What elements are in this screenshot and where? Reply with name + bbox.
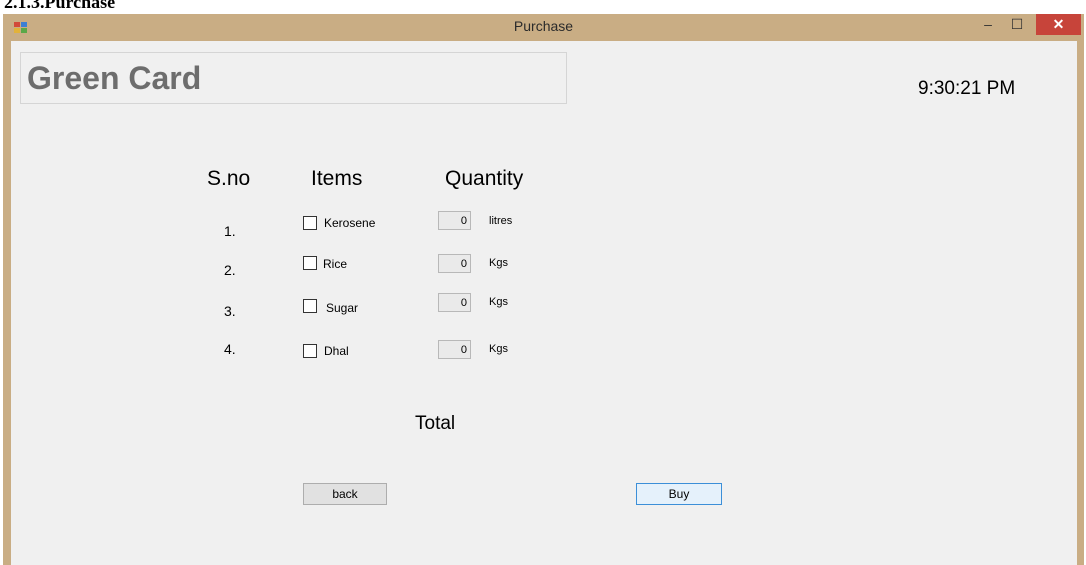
client-area: Green Card 9:30:21 PM S.no Items Quantit… [11,41,1077,565]
kerosene-label: Kerosene [324,216,376,230]
row-2-sno: 2. [224,262,236,278]
purchase-window: Purchase – ☐ ✕ Green Card 9:30:21 PM S.n… [3,14,1084,565]
kerosene-checkbox[interactable] [303,216,317,230]
sugar-quantity-input[interactable]: 0 [438,293,471,312]
clock-label: 9:30:21 PM [918,78,1016,99]
sugar-checkbox[interactable] [303,299,317,313]
back-button[interactable]: back [303,483,387,505]
kerosene-quantity-input[interactable]: 0 [438,211,471,230]
title-bar[interactable]: Purchase – ☐ ✕ [3,14,1084,41]
rice-label: Rice [323,257,348,271]
total-label: Total [415,413,456,434]
maximize-button[interactable]: ☐ [1004,14,1030,35]
items-header: Items [311,167,363,190]
buy-button[interactable]: Buy [636,483,722,505]
row-1-sno: 1. [224,223,236,239]
rice-unit: Kgs [489,257,508,269]
sugar-label: Sugar [326,301,359,315]
dhal-quantity-input[interactable]: 0 [438,340,471,359]
card-title: Green Card [27,60,202,96]
row-4-sno: 4. [224,341,236,357]
dhal-unit: Kgs [489,343,508,355]
minimize-button[interactable]: – [975,14,1001,35]
document-heading: 2.1.3.Purchase [4,0,116,12]
sno-header: S.no [207,167,251,190]
dhal-checkbox[interactable] [303,344,317,358]
rice-checkbox[interactable] [303,256,317,270]
quantity-header: Quantity [445,167,524,190]
rice-quantity-input[interactable]: 0 [438,254,471,273]
dhal-label: Dhal [324,344,349,358]
kerosene-unit: litres [489,215,513,227]
card-title-box: Green Card [20,52,567,104]
sugar-unit: Kgs [489,296,508,308]
row-3-sno: 3. [224,303,236,319]
close-button[interactable]: ✕ [1036,14,1081,35]
window-title: Purchase [513,18,574,34]
